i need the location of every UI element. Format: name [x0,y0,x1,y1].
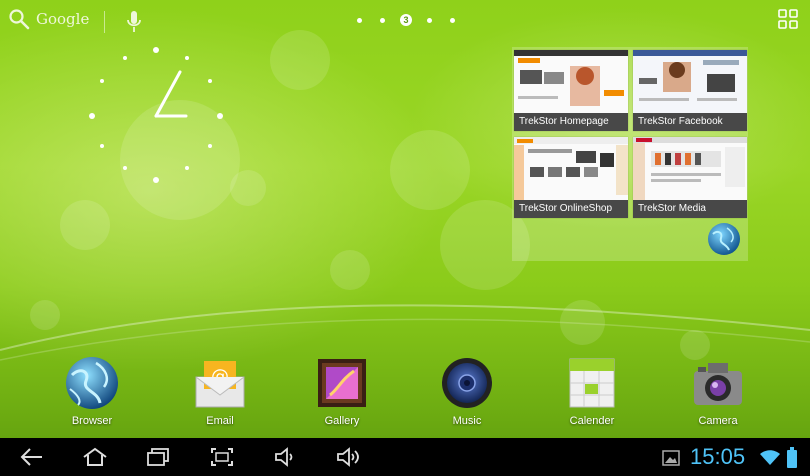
volume-up-icon [337,447,359,467]
dock-gallery[interactable]: Gallery [302,355,382,427]
screenshot-button[interactable] [210,447,234,472]
current-page-dot: 3 [400,14,412,26]
envelope-icon: @ [195,361,245,408]
voice-search-button[interactable] [126,10,142,39]
dock-email[interactable]: @ Email [180,355,260,427]
search-icon [9,9,30,30]
picture-frame-icon [318,359,366,407]
calendar-icon [569,358,615,408]
bookmark-title: TrekStor OnlineShop [514,200,628,218]
back-button[interactable] [20,447,44,472]
dock-label: Music [452,415,482,427]
bokeh-light [30,300,60,330]
bookmarks-widget: TrekStor Homepage TrekStor Facebook Trek… [512,47,748,261]
dock-label: Camera [698,415,738,427]
dock-calender[interactable]: Calender [552,355,632,427]
bookmark-title: TrekStor Facebook [633,113,747,131]
microphone-icon [127,11,141,32]
dock-music[interactable]: Music [427,355,507,427]
bookmark-trekstor-homepage[interactable]: TrekStor Homepage [514,50,628,131]
globe-icon [66,357,118,409]
bokeh-light [230,170,266,206]
screenshot-icon [211,448,233,466]
bokeh-light [60,200,110,250]
status-time: 15:05 [690,444,746,469]
page-dot [380,17,385,23]
dock-browser[interactable]: Browser [52,355,132,427]
bookmark-trekstor-facebook[interactable]: TrekStor Facebook [633,50,747,131]
system-navigation-bar: 15:05 [0,438,810,476]
home-button[interactable] [82,447,108,472]
speaker-icon [442,358,492,408]
bookmark-thumbnail [514,137,628,200]
bookmark-trekstor-onlineshop[interactable]: TrekStor OnlineShop [514,137,628,218]
volume-up-button[interactable] [336,447,362,472]
bokeh-light [330,250,370,290]
bookmark-thumbnail [633,50,747,113]
bookmark-title: TrekStor Homepage [514,113,628,131]
bokeh-light [560,300,605,345]
bookmark-trekstor-media[interactable]: TrekStor Media [633,137,747,218]
page-dot [450,17,455,23]
bokeh-light [390,130,470,210]
google-search-bar[interactable]: Google [8,8,89,30]
dock-label: Browser [71,415,113,427]
camera-icon [694,363,742,405]
dock-label: Calender [569,415,615,427]
recent-apps-button[interactable] [146,447,170,472]
wifi-icon [760,450,780,465]
analog-clock-widget[interactable] [88,46,228,186]
browser-globe-icon[interactable] [707,222,741,256]
recent-apps-icon [147,448,169,466]
search-label: Google [36,10,90,28]
page-indicator: 3 [348,14,464,26]
volume-down-button[interactable] [274,447,298,472]
home-icon [83,447,107,466]
page-dot [357,17,362,23]
page-dot [427,17,432,23]
bookmark-thumbnail [514,50,628,113]
bokeh-light [270,30,330,90]
back-arrow-icon [20,448,42,466]
battery-icon [787,447,797,468]
dock-label: Gallery [324,415,360,427]
search-divider [104,11,105,33]
gallery-notification-icon[interactable] [662,450,680,466]
dock-label: Email [206,415,234,427]
bookmark-title: TrekStor Media [633,200,747,218]
bookmark-thumbnail [633,137,747,200]
clock-minute-hand [154,70,182,118]
volume-down-icon [275,447,293,467]
all-apps-button[interactable] [778,9,798,34]
dock-camera[interactable]: Camera [678,355,758,427]
app-grid-icon [778,9,798,29]
